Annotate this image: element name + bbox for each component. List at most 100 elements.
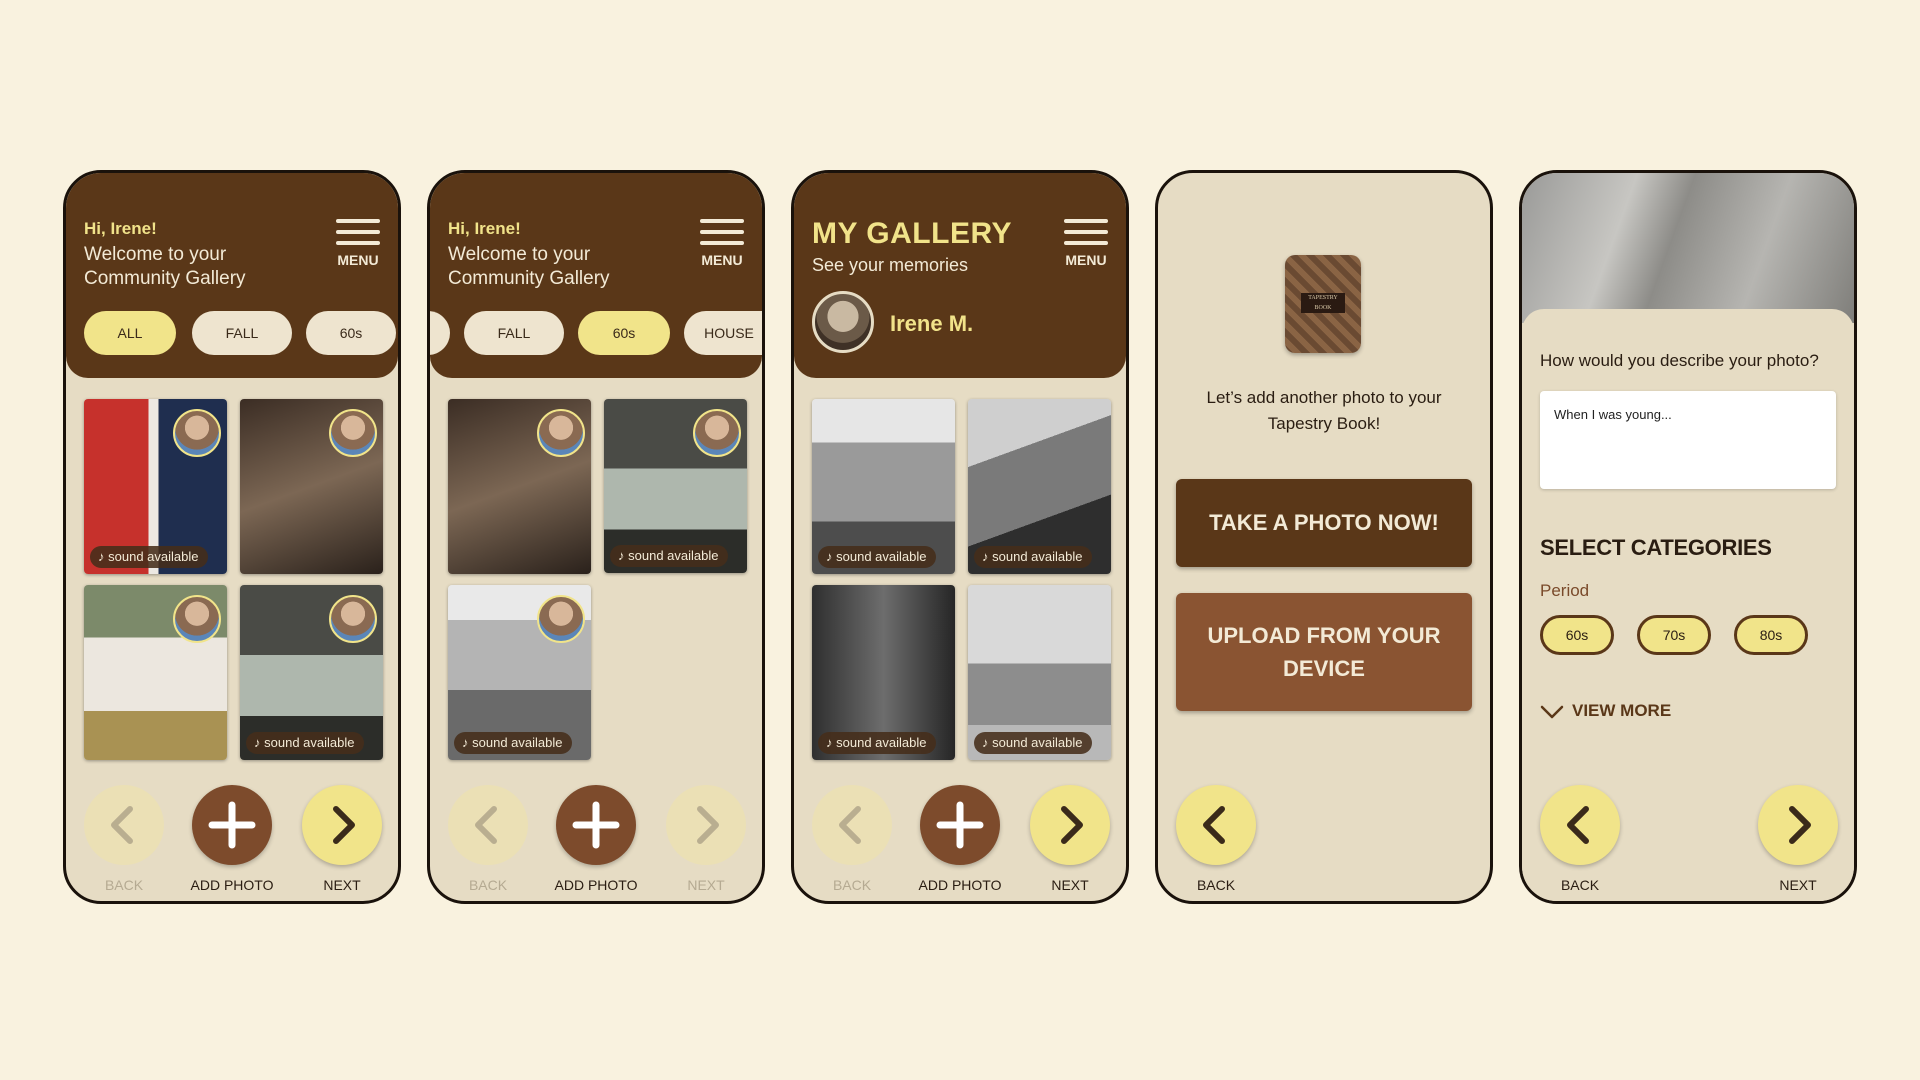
bottom-nav: BACK xyxy=(1158,785,1490,895)
view-more-label: VIEW MORE xyxy=(1572,701,1672,720)
photo-tile[interactable] xyxy=(84,585,227,760)
bottom-nav: BACK ADD PHOTO NEXT xyxy=(794,785,1126,895)
add-photo-button[interactable] xyxy=(192,785,272,865)
add-photo-label: ADD PHOTO xyxy=(918,877,1002,893)
period-chip-80s[interactable]: 80s xyxy=(1734,615,1808,655)
sound-label: sound available xyxy=(472,735,563,750)
menu-label: MENU xyxy=(1065,252,1107,268)
add-photo-label: ADD PHOTO xyxy=(190,877,274,893)
sound-badge: ♪ sound available xyxy=(818,732,937,754)
back-label: BACK xyxy=(104,877,144,893)
photo-tile[interactable]: ♪ sound available xyxy=(812,399,955,574)
back-label: BACK xyxy=(1196,877,1236,893)
greeting: Hi, Irene! xyxy=(448,219,521,238)
music-note-icon: ♪ xyxy=(618,548,629,563)
describe-question: How would you describe your photo? xyxy=(1540,351,1819,370)
sound-badge: ♪ sound available xyxy=(90,546,209,568)
menu-label: MENU xyxy=(337,252,379,268)
header: Hi, Irene! Welcome to your Community Gal… xyxy=(66,173,398,378)
chip-fall[interactable]: FALL xyxy=(464,311,564,355)
back-label: BACK xyxy=(832,877,872,893)
take-photo-button[interactable]: TAKE A PHOTO NOW! xyxy=(1176,479,1472,567)
add-photo-button[interactable] xyxy=(556,785,636,865)
tapestry-book-icon: TAPESTRY BOOK xyxy=(1285,255,1361,353)
sound-label: sound available xyxy=(836,549,927,564)
photo-tile[interactable]: ♪ sound available xyxy=(240,585,383,760)
music-note-icon: ♪ xyxy=(826,735,837,750)
back-button[interactable] xyxy=(1540,785,1620,865)
photo-tile[interactable]: ♪ sound available xyxy=(812,585,955,760)
music-note-icon: ♪ xyxy=(826,549,837,564)
chip-fall[interactable]: FALL xyxy=(192,311,292,355)
page-subtitle: See your memories xyxy=(812,255,969,275)
next-button[interactable] xyxy=(302,785,382,865)
next-button[interactable] xyxy=(1030,785,1110,865)
photo-tile[interactable] xyxy=(240,399,383,574)
photo-tile[interactable] xyxy=(448,399,591,574)
filter-chips: ALL FALL 60s xyxy=(66,311,398,357)
hamburger-icon xyxy=(1064,219,1108,245)
back-button[interactable] xyxy=(84,785,164,865)
greeting: Hi, Irene! xyxy=(84,219,157,238)
chevron-left-icon xyxy=(839,806,861,844)
photo-tile[interactable]: ♪ sound available xyxy=(968,399,1111,574)
description-placeholder: When I was young... xyxy=(1554,407,1672,422)
hamburger-icon xyxy=(700,219,744,245)
welcome-text: Welcome to your Community Gallery xyxy=(84,244,246,289)
bottom-nav: BACK ADD PHOTO NEXT xyxy=(66,785,398,895)
sound-label: sound available xyxy=(836,735,927,750)
plus-icon xyxy=(572,801,620,849)
music-note-icon: ♪ xyxy=(254,735,265,750)
screen-my-gallery: MY GALLERY See your memories MENU Irene … xyxy=(791,170,1129,904)
back-button[interactable] xyxy=(812,785,892,865)
welcome-text: Welcome to your Community Gallery xyxy=(448,244,610,289)
chevron-down-icon xyxy=(1540,705,1564,718)
screen-describe-photo: How would you describe your photo? When … xyxy=(1519,170,1857,904)
period-chip-60s[interactable]: 60s xyxy=(1540,615,1614,655)
back-button[interactable] xyxy=(1176,785,1256,865)
avatar xyxy=(329,595,377,643)
chip-all[interactable]: ALL xyxy=(84,311,176,355)
add-photo-button[interactable] xyxy=(920,785,1000,865)
upload-button[interactable]: UPLOAD FROM YOUR DEVICE xyxy=(1176,593,1472,711)
page-title: MY GALLERY xyxy=(812,217,1013,250)
filter-chips: FALL 60s HOUSE xyxy=(430,311,762,357)
chevron-right-icon xyxy=(1789,806,1811,844)
chip-60s[interactable]: 60s xyxy=(578,311,670,355)
add-photo-label: ADD PHOTO xyxy=(554,877,638,893)
sound-label: sound available xyxy=(264,735,355,750)
screen-community-gallery-60s: Hi, Irene! Welcome to your Community Gal… xyxy=(427,170,765,904)
sound-label: sound available xyxy=(992,549,1083,564)
photo-tile[interactable]: ♪ sound available xyxy=(604,399,747,573)
avatar xyxy=(173,595,221,643)
period-chip-70s[interactable]: 70s xyxy=(1637,615,1711,655)
avatar xyxy=(537,409,585,457)
sound-label: sound available xyxy=(108,549,199,564)
next-button[interactable] xyxy=(666,785,746,865)
next-label: NEXT xyxy=(687,877,725,893)
description-input[interactable]: When I was young... xyxy=(1540,391,1836,489)
back-label: BACK xyxy=(468,877,508,893)
chip-partial[interactable] xyxy=(430,311,450,355)
back-label: BACK xyxy=(1560,877,1600,893)
menu-button[interactable]: MENU xyxy=(336,219,380,268)
add-photo-prompt: Let’s add another photo to your Tapestry… xyxy=(1206,388,1442,433)
book-label: TAPESTRY BOOK xyxy=(1301,293,1345,313)
photo-tile[interactable]: ♪ sound available xyxy=(84,399,227,574)
avatar xyxy=(329,409,377,457)
view-more-button[interactable]: VIEW MORE xyxy=(1540,701,1671,721)
back-button[interactable] xyxy=(448,785,528,865)
menu-button[interactable]: MENU xyxy=(1064,219,1108,268)
next-button[interactable] xyxy=(1758,785,1838,865)
chip-60s[interactable]: 60s xyxy=(306,311,396,355)
music-note-icon: ♪ xyxy=(982,549,993,564)
header: MY GALLERY See your memories MENU Irene … xyxy=(794,173,1126,378)
sound-badge: ♪ sound available xyxy=(974,546,1093,568)
photo-tile[interactable]: ♪ sound available xyxy=(968,585,1111,760)
chevron-left-icon xyxy=(111,806,133,844)
chevron-left-icon xyxy=(1203,806,1225,844)
sound-label: sound available xyxy=(628,548,719,563)
photo-tile[interactable]: ♪ sound available xyxy=(448,585,591,760)
menu-button[interactable]: MENU xyxy=(700,219,744,268)
chip-house[interactable]: HOUSE xyxy=(684,311,762,355)
